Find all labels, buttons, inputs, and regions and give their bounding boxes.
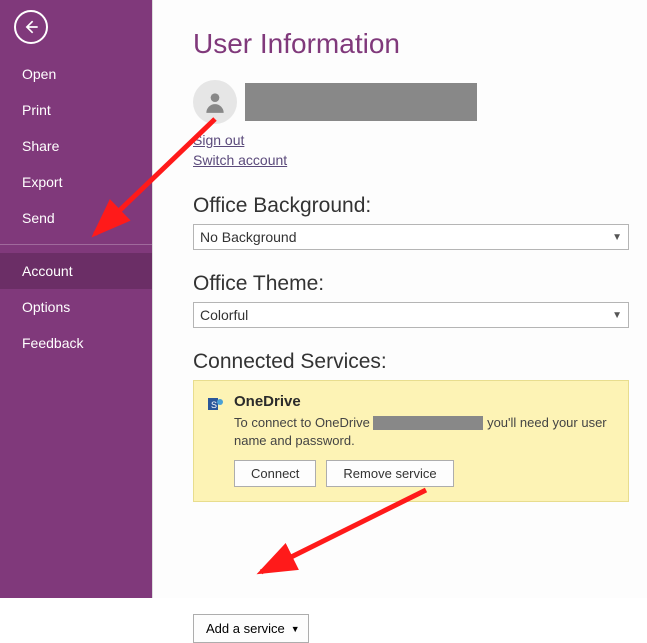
sharepoint-icon: S [208, 396, 224, 412]
person-icon [202, 89, 228, 115]
connect-button[interactable]: Connect [234, 460, 316, 487]
nav-open[interactable]: Open [0, 56, 152, 92]
nav-feedback[interactable]: Feedback [0, 325, 152, 361]
avatar [193, 80, 237, 124]
remove-service-button[interactable]: Remove service [326, 460, 453, 487]
nav-export[interactable]: Export [0, 164, 152, 200]
add-service-label: Add a service [206, 621, 285, 636]
nav-separator [0, 244, 152, 245]
chevron-down-icon: ▼ [291, 624, 300, 634]
office-background-value: No Background [200, 229, 297, 245]
back-button[interactable] [14, 10, 48, 44]
signout-link[interactable]: Sign out [193, 132, 244, 148]
svg-text:S: S [211, 400, 217, 410]
account-content: User Information Sign out Switch account… [152, 0, 647, 598]
nav-print[interactable]: Print [0, 92, 152, 128]
office-theme-value: Colorful [200, 307, 248, 323]
service-description: To connect to OneDrive you'll need your … [234, 414, 614, 450]
back-arrow-icon [21, 17, 41, 37]
connected-services-heading: Connected Services: [193, 350, 633, 374]
connected-services-box: S OneDrive To connect to OneDrive you'll… [193, 380, 629, 502]
office-background-heading: Office Background: [193, 194, 633, 218]
user-name-redacted [245, 83, 477, 121]
chevron-down-icon: ▼ [612, 310, 622, 321]
service-name: OneDrive [234, 393, 614, 410]
nav-list: Open Print Share Export Send Account Opt… [0, 56, 152, 361]
backstage-sidebar: Open Print Share Export Send Account Opt… [0, 0, 152, 598]
office-theme-heading: Office Theme: [193, 272, 633, 296]
switch-account-link[interactable]: Switch account [193, 152, 287, 168]
office-theme-select[interactable]: Colorful ▼ [193, 302, 629, 328]
add-service-button[interactable]: Add a service ▼ [193, 614, 309, 643]
nav-account[interactable]: Account [0, 253, 152, 289]
nav-share[interactable]: Share [0, 128, 152, 164]
service-redacted [373, 416, 483, 430]
user-info-row [193, 80, 633, 124]
nav-send[interactable]: Send [0, 200, 152, 236]
nav-options[interactable]: Options [0, 289, 152, 325]
chevron-down-icon: ▼ [612, 232, 622, 243]
office-background-select[interactable]: No Background ▼ [193, 224, 629, 250]
page-title: User Information [193, 28, 633, 60]
